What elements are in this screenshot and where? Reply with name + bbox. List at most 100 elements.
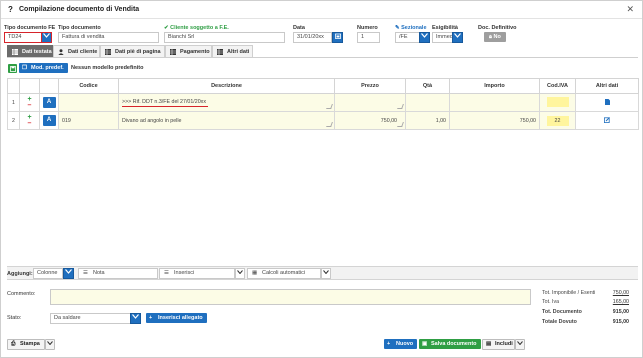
mod-predef-button[interactable]: ❐ Mod. predef. (19, 63, 68, 73)
sezionale-dropdown-button[interactable] (419, 32, 430, 43)
col-descrizione-header[interactable]: Descrizione (118, 78, 335, 94)
tot-documento-value: 915,00 (612, 309, 629, 315)
tab-dati-testata[interactable]: Dati testata (7, 45, 53, 57)
stampa-dropdown-button[interactable] (45, 339, 55, 350)
qta-cell[interactable]: 1,00 (405, 111, 450, 130)
article-button[interactable]: A (42, 115, 56, 126)
chevron-down-icon (132, 314, 139, 319)
help-icon[interactable]: ? (8, 5, 13, 14)
codice-cell[interactable] (58, 93, 119, 112)
codice-cell[interactable]: 019 (58, 111, 119, 130)
chevron-down-icon (65, 269, 72, 274)
colonne-select[interactable]: Colonne (33, 268, 63, 279)
chevron-down-icon (43, 33, 50, 38)
importo-cell[interactable]: 750,00 (449, 111, 540, 130)
calcoli-automatici-button[interactable]: ▦ Calcoli automatici (247, 268, 321, 279)
tipo-documento-field[interactable]: Fattura di vendita (58, 32, 159, 43)
col-actions-header (19, 78, 40, 94)
user-icon (58, 49, 64, 55)
table-icon (217, 49, 223, 55)
includi-button[interactable]: ▤ Includi (482, 339, 515, 350)
tab-label: Dati cliente (68, 49, 98, 55)
numero-field[interactable]: 1 (357, 32, 380, 43)
importo-cell[interactable] (449, 93, 540, 112)
codiva-cell[interactable] (539, 93, 576, 112)
calcoli-dropdown-button[interactable] (321, 268, 331, 279)
nuovo-button[interactable]: + Nuovo (384, 339, 418, 349)
tab-label: Altri dati (227, 49, 250, 55)
inserisci-allegato-button[interactable]: + Inserisci allegato (146, 313, 207, 323)
nota-label: Nota (93, 270, 105, 276)
save-icon: ▣ (422, 341, 428, 347)
chevron-down-icon (421, 33, 428, 38)
resize-handle-icon[interactable] (326, 104, 333, 109)
save-model-button[interactable] (8, 64, 17, 73)
doc-definitivo-toggle[interactable]: 🔒︎ No (484, 32, 506, 42)
qta-cell[interactable] (405, 93, 450, 112)
list-icon: ☰ (164, 270, 169, 276)
tipo-documento-fe-field[interactable]: TD24 (4, 32, 45, 43)
mod-predef-label: Mod. predef. (31, 65, 64, 71)
tot-imponibile-value[interactable]: 750,00 (613, 290, 629, 296)
document-icon[interactable] (604, 98, 610, 105)
edit-icon[interactable] (604, 116, 610, 123)
col-a-header (39, 78, 59, 94)
calendar-button[interactable] (332, 32, 343, 43)
esigibilita-dropdown-button[interactable] (452, 32, 463, 43)
prezzo-cell[interactable] (334, 93, 406, 112)
nota-button[interactable]: ☰ Nota (78, 268, 158, 279)
table-row: 1 + – A >>> Rif. DDT n.3/FE del 27/01/20… (7, 93, 639, 112)
cliente-field[interactable]: Bianchi Srl (164, 32, 285, 43)
tab-divider (7, 57, 638, 58)
close-icon[interactable]: ✕ (626, 4, 634, 15)
includi-dropdown-button[interactable] (515, 339, 525, 350)
esigibilita-label: Esigibilità (432, 25, 458, 31)
sezionale-label[interactable]: ✎ Sezionale (395, 25, 427, 31)
codiva-value: 22 (546, 115, 569, 126)
row-article-button-cell: A (39, 111, 59, 130)
codiva-cell[interactable]: 22 (539, 111, 576, 130)
resize-handle-icon[interactable] (326, 122, 333, 127)
col-codice-header[interactable]: Codice (58, 78, 119, 94)
col-prezzo-header[interactable]: Prezzo (334, 78, 406, 94)
plus-icon: + (149, 315, 153, 321)
descrizione-cell[interactable]: >>> Rif. DDT n.3/FE del 27/01/20xx (118, 93, 335, 112)
window-title: Compilazione documento di Vendita (19, 6, 140, 13)
col-qta-header[interactable]: Qtà (405, 78, 450, 94)
grid-bottom-toolbar: Aggiungi: Colonne ☰ Nota ☰ Inserisci ▦ C… (7, 266, 638, 280)
row-number: 1 (7, 93, 20, 112)
esigibilita-field[interactable]: Immed (432, 32, 454, 43)
inserisci-dropdown-button[interactable] (235, 268, 245, 279)
stato-dropdown-button[interactable] (130, 313, 141, 324)
remove-row-icon[interactable]: – (21, 120, 39, 127)
stampa-button[interactable]: ⎙ Stampa (7, 339, 45, 350)
data-field[interactable]: 31/01/20xx (293, 32, 332, 43)
row-article-button-cell: A (39, 93, 59, 112)
resize-handle-icon[interactable] (397, 104, 404, 109)
tot-documento-label: Tot. Documento (542, 309, 582, 315)
article-button[interactable]: A (42, 97, 56, 108)
calendar-icon (334, 33, 341, 39)
inserisci-button[interactable]: ☰ Inserisci (159, 268, 235, 279)
chevron-down-icon (454, 33, 461, 38)
tab-dati-cliente[interactable]: Dati cliente (53, 45, 100, 57)
colonne-dropdown-button[interactable] (63, 268, 74, 279)
resize-handle-icon[interactable] (397, 122, 404, 127)
col-altri-dati-header[interactable]: Altri dati (575, 78, 639, 94)
descrizione-cell[interactable]: Divano ad angolo in pelle (118, 111, 335, 130)
tot-iva-value[interactable]: 165,00 (613, 299, 629, 305)
prezzo-cell[interactable]: 750,00 (334, 111, 406, 130)
tab-altri-dati[interactable]: Altri dati (212, 45, 253, 57)
tab-pagamento[interactable]: Pagamento (165, 45, 212, 57)
tab-dati-pie-di-pagina[interactable]: Dati piè di pagina (100, 45, 165, 57)
col-codiva-header[interactable]: Cod.IVA (539, 78, 576, 94)
table-icon (105, 49, 111, 55)
tab-label: Dati testata (22, 49, 52, 55)
stato-select[interactable]: Da saldare (50, 313, 131, 324)
tipo-documento-fe-dropdown-button[interactable] (41, 32, 52, 43)
col-importo-header[interactable]: Importo (449, 78, 540, 94)
salva-documento-button[interactable]: ▣ Salva documento (419, 339, 481, 349)
remove-row-icon[interactable]: – (21, 102, 39, 109)
codiva-value (546, 96, 569, 107)
commento-field[interactable] (50, 289, 531, 305)
